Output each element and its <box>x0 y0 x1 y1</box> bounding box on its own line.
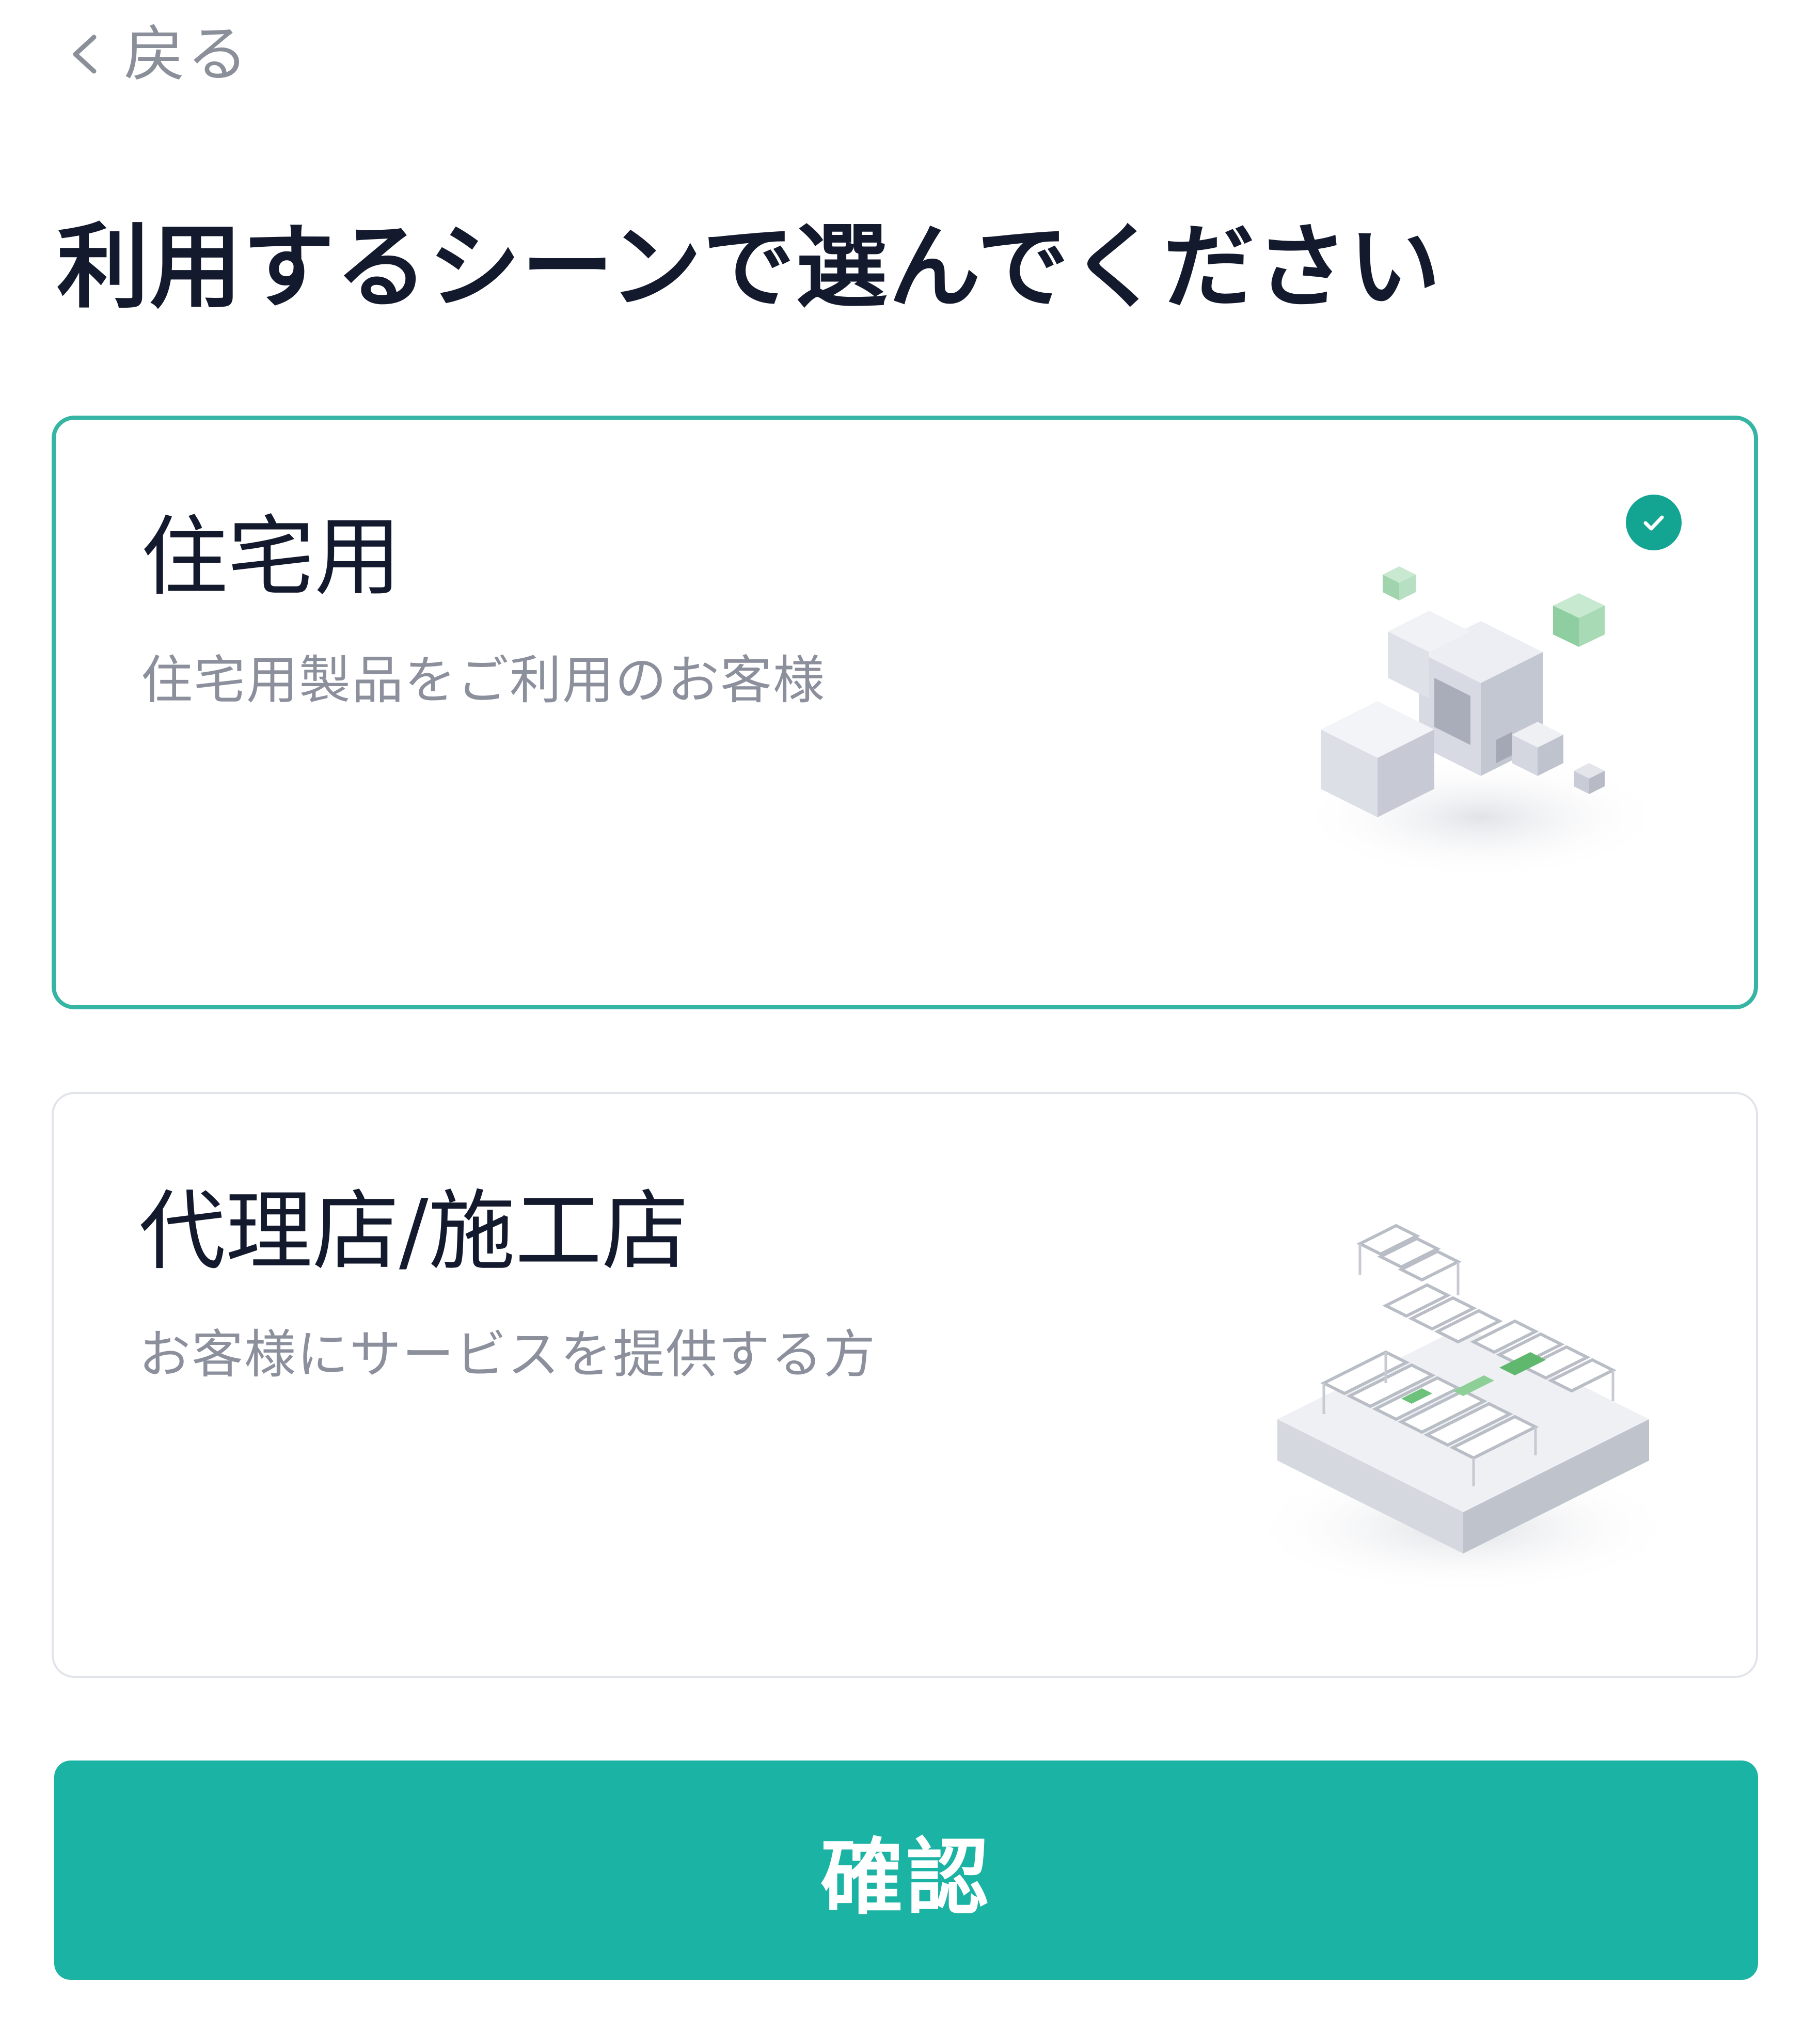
check-icon <box>1626 495 1682 550</box>
option-description: 住宅用製品をご利用のお客様 <box>141 650 826 710</box>
option-card-installer[interactable]: 代理店/施工店 お客様にサービスを提供する方 <box>52 1092 1758 1678</box>
back-link[interactable]: 戻る <box>67 15 250 93</box>
option-description: お客様にサービスを提供する方 <box>139 1324 876 1385</box>
residential-cubes-illustration <box>1295 566 1667 879</box>
option-title: 代理店/施工店 <box>139 1181 689 1282</box>
back-label: 戻る <box>124 19 250 90</box>
confirm-button[interactable]: 確認 <box>54 1761 1758 1980</box>
option-title: 住宅用 <box>141 506 401 608</box>
chevron-left-icon <box>73 35 97 74</box>
page-title: 利用するシーンで選んでください <box>57 214 1442 321</box>
option-card-residential[interactable]: 住宅用 住宅用製品をご利用のお客様 <box>52 416 1758 1009</box>
installer-panels-illustration <box>1246 1224 1680 1595</box>
